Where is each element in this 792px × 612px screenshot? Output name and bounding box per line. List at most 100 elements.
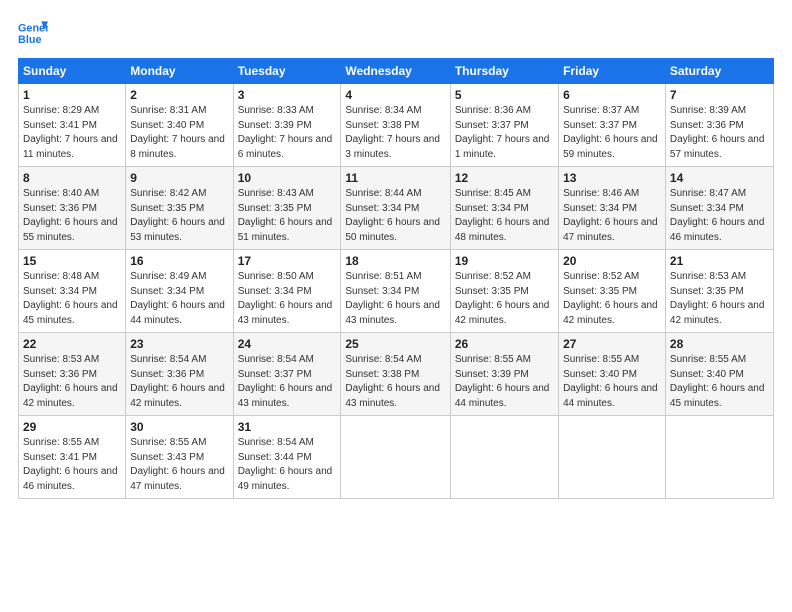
day-number: 31 bbox=[238, 420, 337, 434]
day-cell-20: 20 Sunrise: 8:52 AM Sunset: 3:35 PM Dayl… bbox=[559, 250, 666, 333]
weekday-header-wednesday: Wednesday bbox=[341, 59, 450, 84]
day-number: 10 bbox=[238, 171, 337, 185]
day-cell-10: 10 Sunrise: 8:43 AM Sunset: 3:35 PM Dayl… bbox=[233, 167, 341, 250]
day-number: 6 bbox=[563, 88, 661, 102]
day-info: Sunrise: 8:55 AM Sunset: 3:40 PM Dayligh… bbox=[563, 353, 661, 411]
empty-cell bbox=[341, 416, 450, 499]
weekday-header-friday: Friday bbox=[559, 59, 666, 84]
day-info: Sunrise: 8:45 AM Sunset: 3:34 PM Dayligh… bbox=[455, 187, 554, 245]
day-info: Sunrise: 8:55 AM Sunset: 3:40 PM Dayligh… bbox=[670, 353, 769, 411]
day-cell-19: 19 Sunrise: 8:52 AM Sunset: 3:35 PM Dayl… bbox=[450, 250, 558, 333]
day-number: 9 bbox=[130, 171, 228, 185]
day-cell-29: 29 Sunrise: 8:55 AM Sunset: 3:41 PM Dayl… bbox=[19, 416, 126, 499]
day-cell-8: 8 Sunrise: 8:40 AM Sunset: 3:36 PM Dayli… bbox=[19, 167, 126, 250]
weekday-header-sunday: Sunday bbox=[19, 59, 126, 84]
day-info: Sunrise: 8:29 AM Sunset: 3:41 PM Dayligh… bbox=[23, 104, 121, 162]
day-number: 26 bbox=[455, 337, 554, 351]
day-info: Sunrise: 8:54 AM Sunset: 3:38 PM Dayligh… bbox=[345, 353, 445, 411]
day-cell-2: 2 Sunrise: 8:31 AM Sunset: 3:40 PM Dayli… bbox=[126, 84, 233, 167]
day-number: 28 bbox=[670, 337, 769, 351]
day-info: Sunrise: 8:54 AM Sunset: 3:37 PM Dayligh… bbox=[238, 353, 337, 411]
day-number: 18 bbox=[345, 254, 445, 268]
day-info: Sunrise: 8:34 AM Sunset: 3:38 PM Dayligh… bbox=[345, 104, 445, 162]
header: General Blue bbox=[18, 18, 774, 48]
day-number: 17 bbox=[238, 254, 337, 268]
day-cell-3: 3 Sunrise: 8:33 AM Sunset: 3:39 PM Dayli… bbox=[233, 84, 341, 167]
logo: General Blue bbox=[18, 18, 48, 48]
day-cell-27: 27 Sunrise: 8:55 AM Sunset: 3:40 PM Dayl… bbox=[559, 333, 666, 416]
day-number: 23 bbox=[130, 337, 228, 351]
page: General Blue SundayMondayTuesdayWednesda… bbox=[0, 0, 792, 612]
day-number: 1 bbox=[23, 88, 121, 102]
day-info: Sunrise: 8:54 AM Sunset: 3:44 PM Dayligh… bbox=[238, 436, 337, 494]
day-info: Sunrise: 8:33 AM Sunset: 3:39 PM Dayligh… bbox=[238, 104, 337, 162]
day-info: Sunrise: 8:55 AM Sunset: 3:39 PM Dayligh… bbox=[455, 353, 554, 411]
day-cell-18: 18 Sunrise: 8:51 AM Sunset: 3:34 PM Dayl… bbox=[341, 250, 450, 333]
day-cell-23: 23 Sunrise: 8:54 AM Sunset: 3:36 PM Dayl… bbox=[126, 333, 233, 416]
day-cell-14: 14 Sunrise: 8:47 AM Sunset: 3:34 PM Dayl… bbox=[665, 167, 773, 250]
day-cell-15: 15 Sunrise: 8:48 AM Sunset: 3:34 PM Dayl… bbox=[19, 250, 126, 333]
day-number: 29 bbox=[23, 420, 121, 434]
day-info: Sunrise: 8:39 AM Sunset: 3:36 PM Dayligh… bbox=[670, 104, 769, 162]
day-info: Sunrise: 8:55 AM Sunset: 3:43 PM Dayligh… bbox=[130, 436, 228, 494]
day-cell-16: 16 Sunrise: 8:49 AM Sunset: 3:34 PM Dayl… bbox=[126, 250, 233, 333]
day-info: Sunrise: 8:46 AM Sunset: 3:34 PM Dayligh… bbox=[563, 187, 661, 245]
day-number: 30 bbox=[130, 420, 228, 434]
day-info: Sunrise: 8:52 AM Sunset: 3:35 PM Dayligh… bbox=[455, 270, 554, 328]
day-cell-24: 24 Sunrise: 8:54 AM Sunset: 3:37 PM Dayl… bbox=[233, 333, 341, 416]
empty-cell bbox=[559, 416, 666, 499]
day-info: Sunrise: 8:54 AM Sunset: 3:36 PM Dayligh… bbox=[130, 353, 228, 411]
day-cell-26: 26 Sunrise: 8:55 AM Sunset: 3:39 PM Dayl… bbox=[450, 333, 558, 416]
day-number: 11 bbox=[345, 171, 445, 185]
day-number: 5 bbox=[455, 88, 554, 102]
day-number: 27 bbox=[563, 337, 661, 351]
day-cell-30: 30 Sunrise: 8:55 AM Sunset: 3:43 PM Dayl… bbox=[126, 416, 233, 499]
svg-text:Blue: Blue bbox=[18, 34, 41, 46]
weekday-header-thursday: Thursday bbox=[450, 59, 558, 84]
day-info: Sunrise: 8:36 AM Sunset: 3:37 PM Dayligh… bbox=[455, 104, 554, 162]
day-info: Sunrise: 8:50 AM Sunset: 3:34 PM Dayligh… bbox=[238, 270, 337, 328]
day-info: Sunrise: 8:49 AM Sunset: 3:34 PM Dayligh… bbox=[130, 270, 228, 328]
day-number: 19 bbox=[455, 254, 554, 268]
day-number: 7 bbox=[670, 88, 769, 102]
day-number: 24 bbox=[238, 337, 337, 351]
day-cell-17: 17 Sunrise: 8:50 AM Sunset: 3:34 PM Dayl… bbox=[233, 250, 341, 333]
day-cell-6: 6 Sunrise: 8:37 AM Sunset: 3:37 PM Dayli… bbox=[559, 84, 666, 167]
empty-cell bbox=[665, 416, 773, 499]
day-info: Sunrise: 8:37 AM Sunset: 3:37 PM Dayligh… bbox=[563, 104, 661, 162]
day-number: 3 bbox=[238, 88, 337, 102]
day-info: Sunrise: 8:52 AM Sunset: 3:35 PM Dayligh… bbox=[563, 270, 661, 328]
logo-icon: General Blue bbox=[18, 18, 48, 48]
day-cell-22: 22 Sunrise: 8:53 AM Sunset: 3:36 PM Dayl… bbox=[19, 333, 126, 416]
day-info: Sunrise: 8:47 AM Sunset: 3:34 PM Dayligh… bbox=[670, 187, 769, 245]
day-cell-12: 12 Sunrise: 8:45 AM Sunset: 3:34 PM Dayl… bbox=[450, 167, 558, 250]
day-info: Sunrise: 8:53 AM Sunset: 3:36 PM Dayligh… bbox=[23, 353, 121, 411]
day-info: Sunrise: 8:48 AM Sunset: 3:34 PM Dayligh… bbox=[23, 270, 121, 328]
day-cell-5: 5 Sunrise: 8:36 AM Sunset: 3:37 PM Dayli… bbox=[450, 84, 558, 167]
day-info: Sunrise: 8:51 AM Sunset: 3:34 PM Dayligh… bbox=[345, 270, 445, 328]
day-cell-7: 7 Sunrise: 8:39 AM Sunset: 3:36 PM Dayli… bbox=[665, 84, 773, 167]
day-number: 21 bbox=[670, 254, 769, 268]
day-number: 25 bbox=[345, 337, 445, 351]
day-cell-4: 4 Sunrise: 8:34 AM Sunset: 3:38 PM Dayli… bbox=[341, 84, 450, 167]
weekday-header-monday: Monday bbox=[126, 59, 233, 84]
day-cell-28: 28 Sunrise: 8:55 AM Sunset: 3:40 PM Dayl… bbox=[665, 333, 773, 416]
day-cell-9: 9 Sunrise: 8:42 AM Sunset: 3:35 PM Dayli… bbox=[126, 167, 233, 250]
day-cell-31: 31 Sunrise: 8:54 AM Sunset: 3:44 PM Dayl… bbox=[233, 416, 341, 499]
day-info: Sunrise: 8:31 AM Sunset: 3:40 PM Dayligh… bbox=[130, 104, 228, 162]
day-cell-11: 11 Sunrise: 8:44 AM Sunset: 3:34 PM Dayl… bbox=[341, 167, 450, 250]
day-cell-25: 25 Sunrise: 8:54 AM Sunset: 3:38 PM Dayl… bbox=[341, 333, 450, 416]
day-info: Sunrise: 8:40 AM Sunset: 3:36 PM Dayligh… bbox=[23, 187, 121, 245]
day-number: 4 bbox=[345, 88, 445, 102]
day-number: 13 bbox=[563, 171, 661, 185]
day-number: 20 bbox=[563, 254, 661, 268]
day-info: Sunrise: 8:55 AM Sunset: 3:41 PM Dayligh… bbox=[23, 436, 121, 494]
day-number: 8 bbox=[23, 171, 121, 185]
day-info: Sunrise: 8:44 AM Sunset: 3:34 PM Dayligh… bbox=[345, 187, 445, 245]
day-cell-1: 1 Sunrise: 8:29 AM Sunset: 3:41 PM Dayli… bbox=[19, 84, 126, 167]
day-cell-21: 21 Sunrise: 8:53 AM Sunset: 3:35 PM Dayl… bbox=[665, 250, 773, 333]
day-number: 16 bbox=[130, 254, 228, 268]
day-number: 15 bbox=[23, 254, 121, 268]
day-number: 12 bbox=[455, 171, 554, 185]
weekday-header-saturday: Saturday bbox=[665, 59, 773, 84]
